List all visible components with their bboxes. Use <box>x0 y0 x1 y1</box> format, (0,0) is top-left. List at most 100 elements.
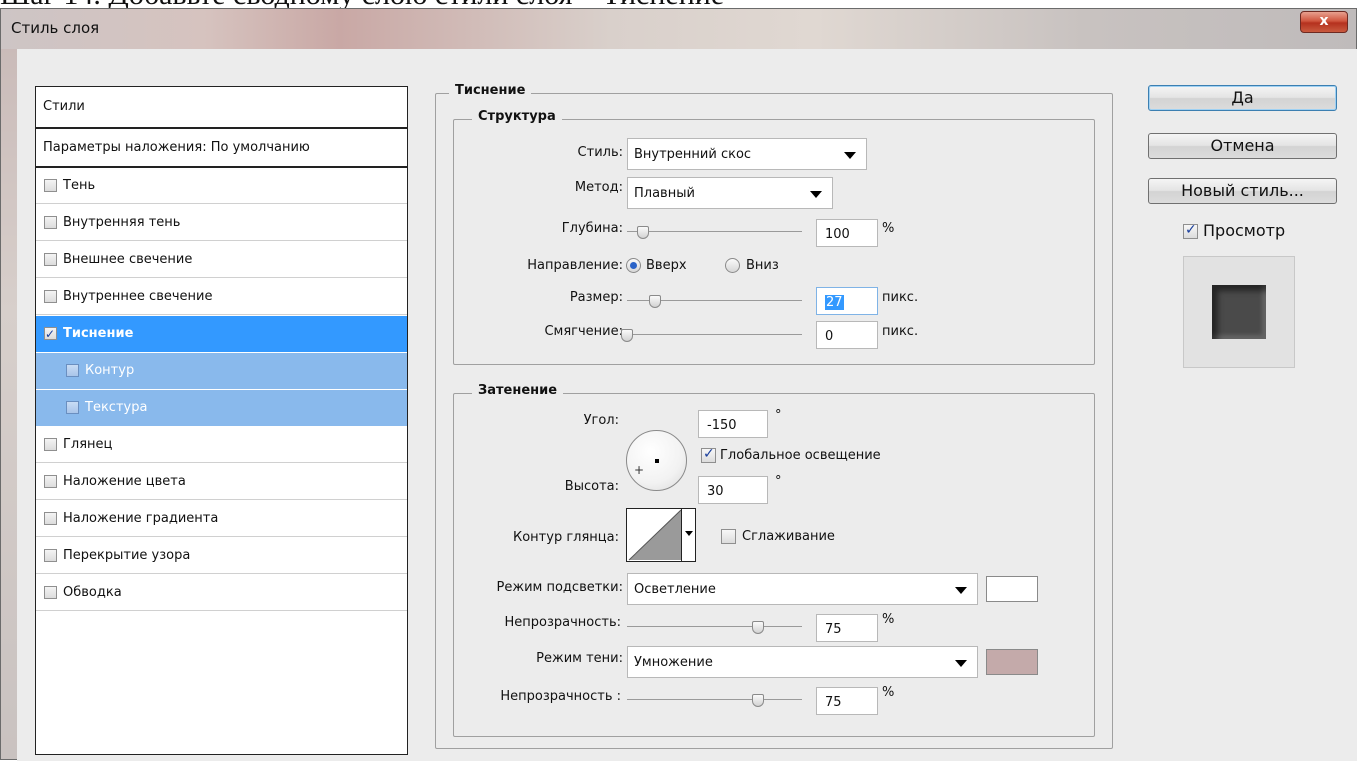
soften-slider[interactable] <box>621 329 802 342</box>
style-item[interactable]: Тень <box>36 168 407 204</box>
style-checkbox[interactable] <box>44 179 57 192</box>
preview-label[interactable]: Просмотр <box>1203 221 1285 240</box>
style-item-label: Внутреннее свечение <box>63 288 213 304</box>
style-checkbox[interactable] <box>44 253 57 266</box>
style-item[interactable]: Глянец <box>36 427 407 463</box>
style-checkbox[interactable] <box>44 438 57 451</box>
styles-header[interactable]: Стили <box>36 87 407 129</box>
shadow-opacity-slider[interactable] <box>627 694 802 707</box>
style-checkbox[interactable] <box>44 512 57 525</box>
cancel-button[interactable]: Отмена <box>1148 133 1337 159</box>
style-checkbox[interactable] <box>66 401 79 414</box>
size-label: Размер: <box>569 290 623 305</box>
style-checkbox[interactable] <box>66 364 79 377</box>
highlight-opacity-input[interactable]: 75 <box>816 614 878 642</box>
style-item[interactable]: Наложение градиента <box>36 501 407 537</box>
ok-button[interactable]: Да <box>1148 85 1337 111</box>
shadow-mode-label: Режим тени: <box>536 651 623 666</box>
chevron-down-icon <box>685 531 693 536</box>
style-item[interactable]: Контур <box>36 353 407 389</box>
style-item[interactable]: Текстура <box>36 390 407 426</box>
direction-down-label[interactable]: Вниз <box>746 258 779 273</box>
chevron-down-icon <box>955 587 967 594</box>
style-checkbox[interactable] <box>44 216 57 229</box>
depth-slider[interactable] <box>627 226 802 239</box>
style-checkbox[interactable] <box>44 475 57 488</box>
depth-input[interactable]: 100 <box>816 219 878 247</box>
blending-options[interactable]: Параметры наложения: По умолчанию <box>36 129 407 168</box>
style-checkbox[interactable] <box>44 290 57 303</box>
method-dropdown[interactable]: Плавный <box>627 177 833 209</box>
chevron-down-icon <box>844 152 856 159</box>
angle-label: Угол: <box>583 413 619 428</box>
method-value: Плавный <box>634 186 695 201</box>
style-item-label: Обводка <box>63 584 122 600</box>
size-value: 27 <box>825 295 844 310</box>
style-item[interactable]: Наложение цвета <box>36 464 407 500</box>
shadow-color-swatch[interactable] <box>986 649 1038 675</box>
bevel-title: Тиснение <box>449 83 532 98</box>
altitude-degree: ° <box>775 474 782 489</box>
styles-list: Стили Параметры наложения: По умолчанию … <box>35 86 408 755</box>
direction-up-label[interactable]: Вверх <box>646 258 687 273</box>
highlight-opacity-thumb[interactable] <box>752 621 765 634</box>
altitude-label: Высота: <box>564 479 619 494</box>
highlight-opacity-label: Непрозрачность: <box>504 615 621 630</box>
shading-title: Затенение <box>472 383 564 398</box>
highlight-opacity-slider[interactable] <box>627 621 802 634</box>
altitude-input[interactable]: 30 <box>698 476 768 504</box>
style-item-label: Тиснение <box>63 325 134 341</box>
size-input[interactable]: 27 <box>816 287 878 315</box>
close-button[interactable]: x <box>1300 11 1348 33</box>
style-item[interactable]: Внешнее свечение <box>36 242 407 278</box>
size-unit: пикс. <box>882 290 919 305</box>
style-value: Внутренний скос <box>634 147 752 162</box>
highlight-color-swatch[interactable] <box>986 576 1038 602</box>
antialias-checkbox[interactable] <box>721 529 736 544</box>
style-item-label: Наложение градиента <box>63 510 219 526</box>
depth-slider-thumb[interactable] <box>636 226 649 239</box>
shadow-opacity-unit: % <box>882 685 895 700</box>
direction-up-radio[interactable] <box>626 258 641 273</box>
preview-checkbox[interactable] <box>1183 222 1198 239</box>
style-item-label: Перекрытие узора <box>63 547 191 563</box>
soften-slider-thumb[interactable] <box>621 329 633 342</box>
style-item[interactable]: Внутренняя тень <box>36 205 407 241</box>
style-checkbox[interactable] <box>44 316 57 352</box>
angle-input[interactable]: -150 <box>698 410 768 438</box>
shading-group <box>453 393 1095 737</box>
shadow-mode-dropdown[interactable]: Умножение <box>627 646 978 678</box>
antialias-label[interactable]: Сглаживание <box>742 529 835 544</box>
style-dropdown[interactable]: Внутренний скос <box>627 138 867 170</box>
contour-preview-icon <box>628 509 682 561</box>
size-slider-thumb[interactable] <box>649 295 661 308</box>
angle-degree: ° <box>775 408 782 423</box>
global-light-checkbox[interactable] <box>701 446 716 463</box>
soften-input[interactable]: 0 <box>816 321 878 349</box>
title-bar[interactable]: Стиль слоя x <box>1 9 1356 49</box>
style-item-label: Контур <box>85 362 135 378</box>
style-item[interactable]: Обводка <box>36 575 407 611</box>
new-style-button[interactable]: Новый стиль... <box>1148 178 1337 204</box>
shadow-opacity-thumb[interactable] <box>752 694 765 707</box>
contour-arrow[interactable] <box>681 509 695 561</box>
highlight-mode-dropdown[interactable]: Осветление <box>627 573 978 605</box>
size-slider[interactable] <box>627 295 802 308</box>
style-item[interactable]: Внутреннее свечение <box>36 279 407 315</box>
chevron-down-icon <box>955 660 967 667</box>
shadow-opacity-label: Непрозрачность : <box>500 689 621 704</box>
shadow-opacity-input[interactable]: 75 <box>816 687 878 715</box>
style-item[interactable]: Перекрытие узора <box>36 538 407 574</box>
style-item[interactable]: Тиснение <box>36 316 407 352</box>
depth-label: Глубина: <box>561 221 623 236</box>
crosshair-icon: + <box>634 463 645 477</box>
gloss-contour-picker[interactable] <box>626 508 696 562</box>
style-checkbox[interactable] <box>44 549 57 562</box>
style-checkbox[interactable] <box>44 586 57 599</box>
global-light-label[interactable]: Глобальное освещение <box>720 448 881 463</box>
direction-down-radio[interactable] <box>725 258 740 273</box>
style-item-label: Текстура <box>85 399 148 415</box>
style-item-label: Внутренняя тень <box>63 214 181 230</box>
angle-dial[interactable]: + <box>626 430 687 491</box>
highlight-mode-label: Режим подсветки: <box>496 580 623 595</box>
